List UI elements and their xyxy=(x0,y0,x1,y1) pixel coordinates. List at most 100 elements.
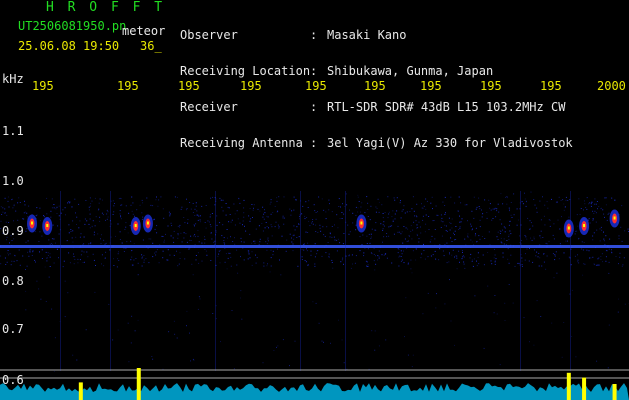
noise-speck xyxy=(309,225,311,227)
noise-speck xyxy=(177,237,179,239)
noise-speck xyxy=(137,262,139,264)
noise-speck xyxy=(378,201,380,203)
y-tick-label: 1.1 xyxy=(2,124,24,138)
noise-speck xyxy=(291,237,292,239)
noise-speck xyxy=(584,200,585,202)
noise-speck xyxy=(16,260,18,262)
noise-speck xyxy=(301,256,303,258)
noise-speck xyxy=(464,204,466,206)
x-tick-label: 195 xyxy=(178,79,200,93)
noise-speck xyxy=(58,215,60,217)
noise-speck xyxy=(504,231,506,233)
x-tick-label: 2000 xyxy=(597,79,626,93)
noise-speck xyxy=(131,210,133,212)
noise-speck xyxy=(521,201,523,203)
noise-speck xyxy=(598,206,600,208)
noise-speck xyxy=(85,329,87,331)
noise-speck xyxy=(607,213,609,215)
noise-speck xyxy=(77,262,79,264)
noise-speck xyxy=(315,231,317,232)
noise-speck xyxy=(49,243,51,245)
noise-speck xyxy=(548,219,550,221)
noise-speck xyxy=(622,264,624,266)
noise-speck xyxy=(174,333,176,335)
noise-speck xyxy=(444,196,446,198)
noise-speck xyxy=(184,258,186,260)
noise-speck xyxy=(317,232,319,233)
noise-speck xyxy=(363,252,365,254)
noise-speck xyxy=(29,251,30,253)
noise-speck xyxy=(510,254,512,256)
noise-speck xyxy=(283,223,285,225)
noise-speck xyxy=(150,204,152,206)
noise-speck xyxy=(589,222,591,224)
noise-speck xyxy=(101,212,103,214)
noise-speck xyxy=(546,243,548,245)
noise-speck xyxy=(76,216,78,218)
noise-speck xyxy=(375,222,377,224)
noise-speck xyxy=(459,215,460,217)
noise-speck xyxy=(430,202,432,204)
echo-count-bar xyxy=(612,384,617,400)
noise-speck xyxy=(8,206,10,208)
noise-speck xyxy=(38,288,40,290)
noise-speck xyxy=(524,198,526,200)
noise-speck xyxy=(328,255,330,257)
noise-speck xyxy=(374,330,376,332)
noise-speck xyxy=(248,251,250,253)
noise-speck xyxy=(589,202,591,204)
noise-speck xyxy=(428,229,430,230)
noise-speck xyxy=(497,239,499,241)
noise-speck xyxy=(178,263,180,265)
noise-speck xyxy=(366,265,367,266)
noise-speck xyxy=(393,233,395,235)
noise-speck xyxy=(117,258,119,260)
noise-speck xyxy=(564,206,566,208)
noise-speck xyxy=(611,249,612,251)
noise-speck xyxy=(424,231,426,233)
noise-speck xyxy=(477,257,479,258)
noise-speck xyxy=(169,213,171,215)
noise-speck xyxy=(263,265,265,267)
noise-speck xyxy=(476,260,477,262)
noise-speck xyxy=(134,215,136,217)
noise-speck xyxy=(195,255,197,256)
noise-speck xyxy=(264,227,266,229)
noise-speck xyxy=(608,212,610,214)
noise-speck xyxy=(503,226,505,228)
noise-speck xyxy=(411,272,413,274)
noise-speck xyxy=(317,211,318,213)
noise-speck xyxy=(583,242,585,243)
noise-speck xyxy=(378,211,380,213)
noise-speck xyxy=(442,250,444,252)
noise-speck xyxy=(293,238,295,240)
noise-speck xyxy=(562,199,564,201)
noise-speck xyxy=(11,198,13,200)
noise-speck xyxy=(254,240,256,242)
noise-speck xyxy=(524,259,526,261)
noise-speck xyxy=(276,197,278,199)
noise-speck xyxy=(539,257,541,259)
noise-speck xyxy=(253,240,255,242)
interference-streak xyxy=(215,191,216,371)
noise-speck xyxy=(429,241,431,243)
noise-speck xyxy=(283,217,285,219)
noise-speck xyxy=(529,220,531,222)
noise-speck xyxy=(45,301,47,302)
noise-speck xyxy=(408,240,409,242)
noise-speck xyxy=(143,259,145,261)
noise-speck xyxy=(240,237,242,239)
noise-speck xyxy=(532,261,534,263)
noise-speck xyxy=(305,261,307,263)
noise-speck xyxy=(97,209,99,211)
noise-speck xyxy=(438,259,440,261)
noise-speck xyxy=(253,204,255,206)
noise-speck xyxy=(15,210,17,212)
noise-speck xyxy=(71,206,73,208)
noise-speck xyxy=(592,256,594,258)
noise-speck xyxy=(331,259,333,261)
noise-speck xyxy=(563,322,565,323)
noise-speck xyxy=(205,205,207,206)
noise-speck xyxy=(224,243,226,245)
noise-speck xyxy=(132,213,134,215)
